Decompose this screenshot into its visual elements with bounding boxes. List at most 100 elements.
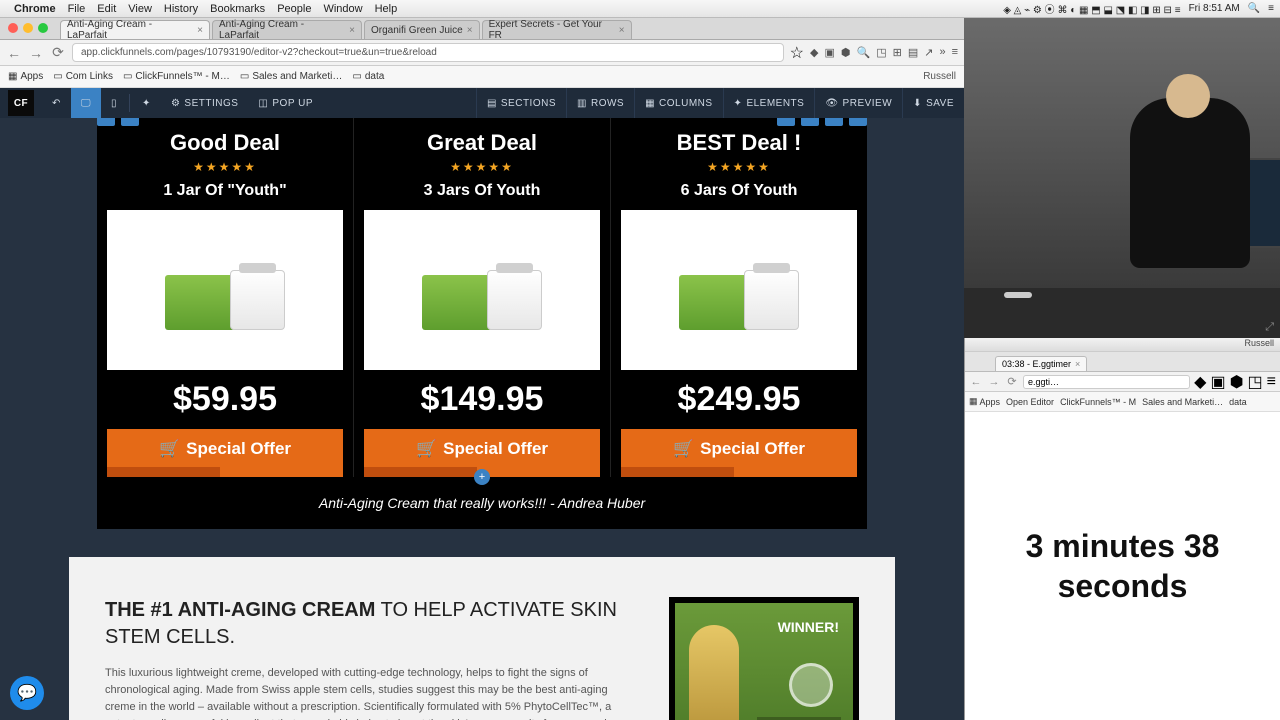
expand-icon[interactable]: ⤢: [1265, 321, 1274, 334]
sections-button[interactable]: ▤ SECTIONS: [476, 88, 566, 118]
back-button[interactable]: ←: [969, 376, 983, 388]
close-icon[interactable]: ×: [1075, 359, 1080, 369]
forward-button[interactable]: →: [987, 376, 1001, 388]
pricing-section[interactable]: Good Deal ★★★★★ 1 Jar Of "Youth" $59.95 …: [97, 118, 867, 529]
bm-item[interactable]: ClickFunnels™ - M: [1060, 397, 1136, 407]
ext-icon[interactable]: ◆: [1194, 372, 1206, 392]
video-controls[interactable]: ⤢: [964, 288, 1280, 338]
deal-price: $149.95: [364, 380, 600, 419]
deal-title: Good Deal: [107, 130, 343, 156]
ext-icon[interactable]: ▤: [908, 46, 918, 59]
close-icon[interactable]: ×: [349, 25, 355, 36]
star-icon[interactable]: ☆: [790, 43, 804, 63]
menu-edit[interactable]: Edit: [97, 3, 116, 15]
notification-icon[interactable]: ≡: [1268, 3, 1274, 14]
bm-item[interactable]: ▭ data: [352, 71, 384, 82]
cart-icon: 🛒: [159, 439, 180, 458]
special-offer-button[interactable]: 🛒Special Offer: [621, 429, 857, 477]
menu-bookmarks[interactable]: Bookmarks: [210, 3, 265, 15]
pricing-col-3[interactable]: BEST Deal ! ★★★★★ 6 Jars Of Youth $249.9…: [611, 118, 867, 477]
chrome-tabstrip: Anti-Aging Cream - LaParfait× Anti-Aging…: [0, 18, 964, 40]
intercom-launcher[interactable]: 💬: [10, 676, 44, 710]
close-icon[interactable]: ×: [619, 25, 625, 36]
forward-button[interactable]: →: [28, 45, 44, 61]
mac-menubar: Chrome File Edit View History Bookmarks …: [0, 0, 1280, 18]
tab-0[interactable]: Anti-Aging Cream - LaParfait×: [60, 20, 210, 39]
menu-icon[interactable]: ≡: [1267, 373, 1276, 391]
bm-item[interactable]: ▭ Com Links: [53, 71, 113, 82]
save-button[interactable]: ⬇ SAVE: [902, 88, 964, 118]
ext-icon[interactable]: »: [939, 46, 945, 59]
rows-button[interactable]: ▥ ROWS: [566, 88, 634, 118]
popup-button[interactable]: ◫ POP UP: [248, 88, 323, 118]
magic-button[interactable]: ✦: [132, 88, 161, 118]
chrome-user[interactable]: Russell: [923, 71, 956, 82]
chrome-window-left: Anti-Aging Cream - LaParfait× Anti-Aging…: [0, 18, 964, 720]
close-icon[interactable]: ×: [197, 25, 203, 36]
content-section[interactable]: THE #1 ANTI-AGING CREAM TO HELP ACTIVATE…: [69, 557, 895, 720]
menu-window[interactable]: Window: [323, 3, 362, 15]
extensions: ◆ ▣ ⬢ 🔍 ◳ ⊞ ▤ ↗ » ≡: [810, 46, 958, 59]
ext-icon[interactable]: ◳: [876, 46, 886, 59]
ext-icon[interactable]: ◳: [1248, 372, 1263, 392]
editor-canvas[interactable]: Good Deal ★★★★★ 1 Jar Of "Youth" $59.95 …: [0, 118, 964, 720]
settings-button[interactable]: ⚙ SETTINGS: [161, 88, 248, 118]
ext-icon[interactable]: ◆: [810, 46, 818, 59]
product-image: [107, 210, 343, 370]
rb-address-bar[interactable]: [1023, 375, 1190, 389]
menu-help[interactable]: Help: [375, 3, 398, 15]
cf-logo[interactable]: CF: [8, 90, 34, 116]
desktop-view-button[interactable]: 🖵: [71, 88, 101, 118]
reload-button[interactable]: ⟳: [50, 44, 66, 61]
ext-icon[interactable]: ↗: [924, 46, 933, 59]
tab-3[interactable]: Expert Secrets - Get Your FR×: [482, 20, 632, 39]
elements-button[interactable]: ✦ ELEMENTS: [723, 88, 815, 118]
section-body: This luxurious lightweight creme, develo…: [105, 665, 639, 720]
deal-sub: 3 Jars Of Youth: [364, 182, 600, 200]
award-winner-label: WINNER!: [778, 619, 839, 635]
bm-item[interactable]: ▭ Sales and Marketi…: [240, 71, 343, 82]
bm-item[interactable]: Open Editor: [1006, 397, 1054, 407]
special-offer-button[interactable]: 🛒Special Offer: [107, 429, 343, 477]
chrome-toolbar: ← → ⟳ ☆ ◆ ▣ ⬢ 🔍 ◳ ⊞ ▤ ↗ » ≡: [0, 40, 964, 66]
ext-icon[interactable]: ⬢: [1230, 372, 1244, 392]
rb-bookmarks-bar: ▦ Apps Open Editor ClickFunnels™ - M Sal…: [965, 392, 1280, 412]
timer-page: 3 minutes 38 seconds: [965, 412, 1280, 720]
menu-history[interactable]: History: [164, 3, 198, 15]
add-element-marker[interactable]: +: [474, 469, 490, 485]
deal-price: $249.95: [621, 380, 857, 419]
bm-item[interactable]: Sales and Marketi…: [1142, 397, 1223, 407]
ext-icon[interactable]: ⊞: [893, 46, 902, 59]
undo-button[interactable]: ↶: [42, 88, 71, 118]
status-icons: ◈ ◬ ⌁ ⚙ ⦿ ⌘ ◐ ▦ ⬒ ⬓ ⬔ ◧ ◨ ⊞ ⊟ ≡: [1003, 1, 1180, 16]
menu-app[interactable]: Chrome: [14, 3, 56, 15]
menu-view[interactable]: View: [128, 3, 152, 15]
close-icon[interactable]: ×: [467, 25, 473, 36]
tab-1[interactable]: Anti-Aging Cream - LaParfait×: [212, 20, 362, 39]
columns-button[interactable]: ▦ COLUMNS: [634, 88, 722, 118]
ext-icon[interactable]: ▣: [1210, 372, 1225, 392]
ext-icon[interactable]: ▣: [824, 46, 834, 59]
window-controls[interactable]: [8, 23, 48, 33]
deal-title: BEST Deal !: [621, 130, 857, 156]
tab-2[interactable]: Organifi Green Juice×: [364, 20, 480, 39]
menu-file[interactable]: File: [68, 3, 86, 15]
cart-icon: 🛒: [673, 439, 694, 458]
bm-item[interactable]: ▭ ClickFunnels™ - M…: [123, 71, 230, 82]
mobile-view-button[interactable]: ▯: [101, 88, 127, 118]
pricing-col-2[interactable]: Great Deal ★★★★★ 3 Jars Of Youth $149.95…: [354, 118, 611, 477]
address-bar[interactable]: [72, 43, 784, 62]
bm-apps[interactable]: ▦ Apps: [8, 71, 43, 82]
preview-button[interactable]: 👁 PREVIEW: [814, 88, 902, 118]
spotlight-icon[interactable]: 🔍: [1248, 3, 1260, 14]
bm-item[interactable]: data: [1229, 397, 1247, 407]
pricing-col-1[interactable]: Good Deal ★★★★★ 1 Jar Of "Youth" $59.95 …: [97, 118, 354, 477]
bm-apps[interactable]: ▦ Apps: [969, 396, 1000, 407]
ext-icon[interactable]: ⬢: [841, 46, 851, 59]
menu-icon[interactable]: ≡: [952, 46, 958, 59]
rb-tab[interactable]: 03:38 - E.ggtimer×: [995, 356, 1087, 371]
menu-people[interactable]: People: [277, 3, 311, 15]
ext-icon[interactable]: 🔍: [857, 46, 871, 59]
back-button[interactable]: ←: [6, 45, 22, 61]
reload-button[interactable]: ⟳: [1005, 375, 1019, 388]
